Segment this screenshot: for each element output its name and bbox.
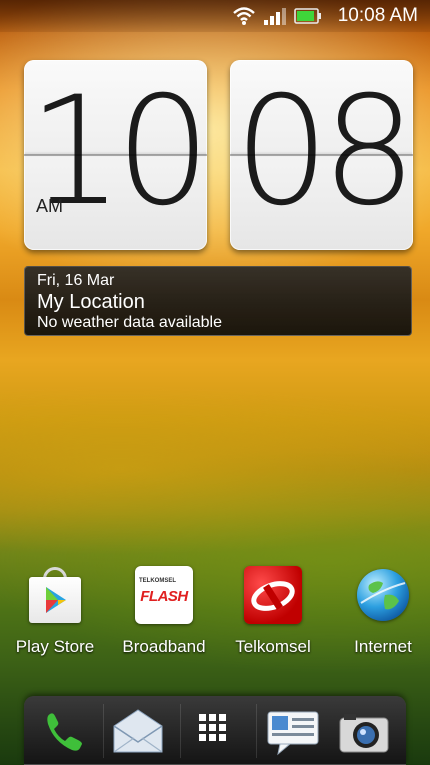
battery-icon: [293, 8, 322, 24]
app-label-play-store: Play Store: [15, 637, 95, 656]
weather-location: My Location: [37, 291, 145, 313]
globe-icon: [353, 565, 413, 625]
app-label-telkomsel: Telkomsel: [235, 637, 311, 656]
flash-icon-text: FLASH: [140, 588, 188, 605]
messages-icon[interactable]: [260, 702, 328, 760]
signal-icon: [263, 7, 286, 25]
weather-date: Fri, 16 Mar: [37, 272, 115, 289]
app-broadband[interactable]: TELKOMSEL FLASH Broadband: [109, 565, 219, 657]
clock-hours-card[interactable]: 10 AM: [24, 60, 207, 250]
play-store-icon: [25, 565, 85, 625]
app-play-store[interactable]: Play Store: [0, 565, 110, 657]
app-telkomsel[interactable]: Telkomsel: [218, 565, 328, 657]
weather-status: No weather data available: [37, 314, 223, 331]
status-time: 10:08 AM: [337, 5, 418, 26]
clock-minutes: 08: [234, 65, 413, 239]
mail-icon[interactable]: [104, 702, 172, 760]
telkomsel-flash-icon: TELKOMSEL FLASH: [134, 565, 194, 625]
weather-widget[interactable]: Fri, 16 Mar My Location No weather data …: [24, 266, 412, 336]
flash-icon-small-text: TELKOMSEL: [139, 578, 176, 584]
app-internet[interactable]: Internet: [328, 565, 430, 657]
status-icons: 10:08 AM: [232, 0, 418, 32]
phone-icon[interactable]: [28, 702, 96, 760]
dock: [24, 696, 406, 765]
status-bar: 10:08 AM: [0, 0, 430, 32]
wifi-icon: [232, 6, 256, 26]
telkomsel-icon: [243, 565, 303, 625]
app-label-broadband: Broadband: [122, 637, 206, 656]
clock-minutes-card[interactable]: 08: [230, 60, 413, 250]
app-drawer-icon[interactable]: [181, 702, 249, 760]
camera-icon[interactable]: [330, 702, 398, 760]
home-apps: Play Store TELKOMSEL FLASH Broadband Tel…: [0, 565, 430, 665]
app-label-internet: Internet: [354, 637, 412, 656]
clock-ampm: AM: [36, 196, 63, 216]
